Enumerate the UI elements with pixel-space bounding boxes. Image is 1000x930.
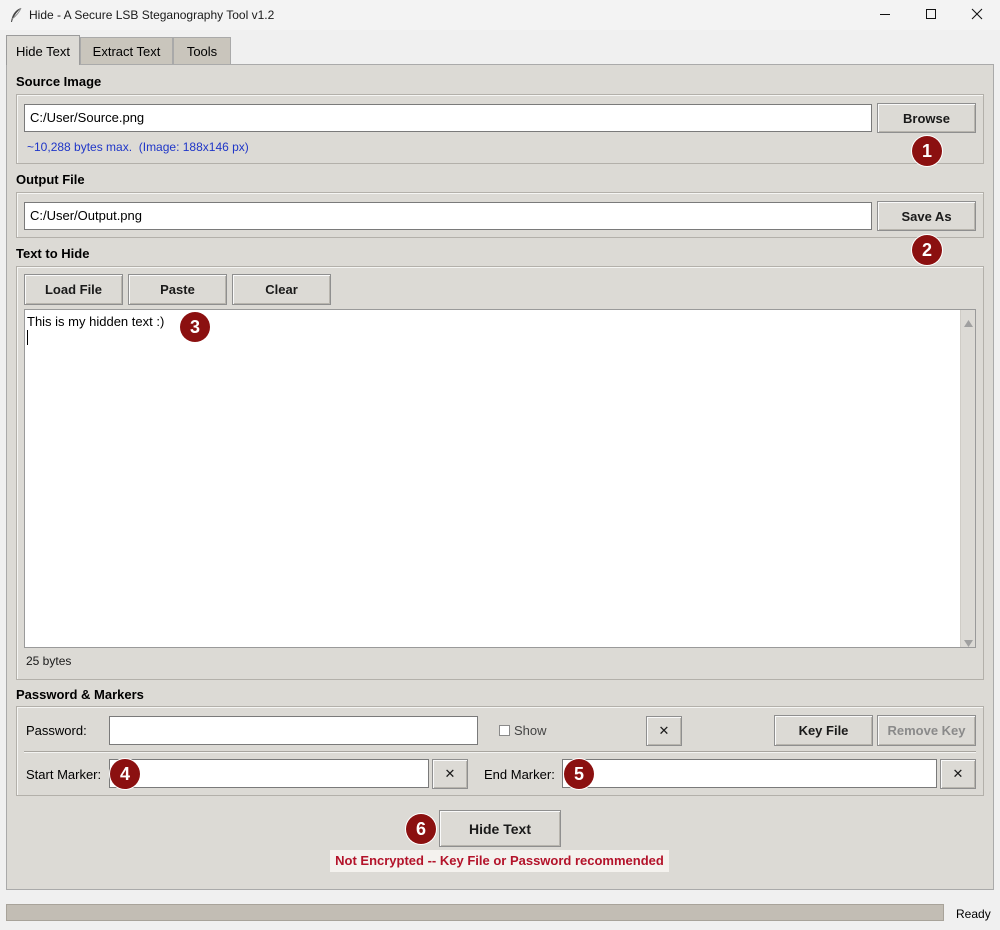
output-file-label: Output File <box>16 172 85 187</box>
capacity-info: ~10,288 bytes max. (Image: 188x146 px) <box>27 140 249 154</box>
feather-icon <box>9 7 23 23</box>
clear-start-marker-icon: ✕ <box>444 766 456 781</box>
clear-password-button[interactable]: ✕ <box>646 716 682 746</box>
scroll-down-icon[interactable] <box>964 635 973 650</box>
password-markers-label: Password & Markers <box>16 687 144 702</box>
callout-3: 3 <box>180 312 210 342</box>
hidden-text-content: This is my hidden text :) <box>27 314 165 329</box>
byte-count: 25 bytes <box>26 654 72 668</box>
callout-6: 6 <box>406 814 436 844</box>
clear-password-icon: ✕ <box>658 723 670 738</box>
close-window-button[interactable] <box>954 0 1000 30</box>
maximize-button[interactable] <box>908 0 954 30</box>
tab-tools[interactable]: Tools <box>173 37 231 64</box>
show-label: Show <box>514 723 547 738</box>
markers-divider <box>24 751 976 752</box>
maximize-icon <box>925 8 937 23</box>
status-text: Ready <box>956 907 991 921</box>
end-marker-label: End Marker: <box>484 767 555 782</box>
callout-2: 2 <box>912 235 942 265</box>
source-image-label: Source Image <box>16 74 102 89</box>
start-marker-input[interactable] <box>109 759 429 788</box>
tab-extract-text[interactable]: Extract Text <box>80 37 173 64</box>
source-path-input[interactable]: C:/User/Source.png <box>24 104 872 132</box>
clear-button[interactable]: Clear <box>232 274 331 305</box>
clear-end-marker-icon: ✕ <box>952 766 964 781</box>
scroll-up-icon[interactable] <box>964 315 973 330</box>
close-icon <box>971 8 983 23</box>
show-password-checkbox[interactable] <box>499 725 510 736</box>
key-file-button[interactable]: Key File <box>774 715 873 746</box>
save-as-button[interactable]: Save As <box>877 201 976 231</box>
hide-text-button[interactable]: Hide Text <box>439 810 561 847</box>
text-to-hide-label: Text to Hide <box>16 246 90 261</box>
text-scrollbar[interactable] <box>960 310 975 647</box>
encryption-warning: Not Encrypted -- Key File or Password re… <box>330 850 669 872</box>
browse-button[interactable]: Browse <box>877 103 976 133</box>
hidden-text-area[interactable]: This is my hidden text :) <box>24 309 976 648</box>
password-input[interactable] <box>109 716 478 745</box>
clear-end-marker-button[interactable]: ✕ <box>940 759 976 789</box>
password-label: Password: <box>26 723 87 738</box>
start-marker-label: Start Marker: <box>26 767 102 782</box>
title-bar: Hide - A Secure LSB Steganography Tool v… <box>0 0 1000 30</box>
callout-1: 1 <box>912 136 942 166</box>
tab-hide-text[interactable]: Hide Text <box>6 35 80 65</box>
window-title: Hide - A Secure LSB Steganography Tool v… <box>29 8 275 22</box>
callout-4: 4 <box>110 759 140 789</box>
callout-5: 5 <box>564 759 594 789</box>
clear-start-marker-button[interactable]: ✕ <box>432 759 468 789</box>
progress-bar <box>6 904 944 921</box>
minimize-icon <box>879 8 891 23</box>
text-cursor <box>27 330 28 345</box>
load-file-button[interactable]: Load File <box>24 274 123 305</box>
output-path-input[interactable]: C:/User/Output.png <box>24 202 872 230</box>
remove-key-button[interactable]: Remove Key <box>877 715 976 746</box>
minimize-button[interactable] <box>862 0 908 30</box>
paste-button[interactable]: Paste <box>128 274 227 305</box>
end-marker-input[interactable] <box>562 759 937 788</box>
